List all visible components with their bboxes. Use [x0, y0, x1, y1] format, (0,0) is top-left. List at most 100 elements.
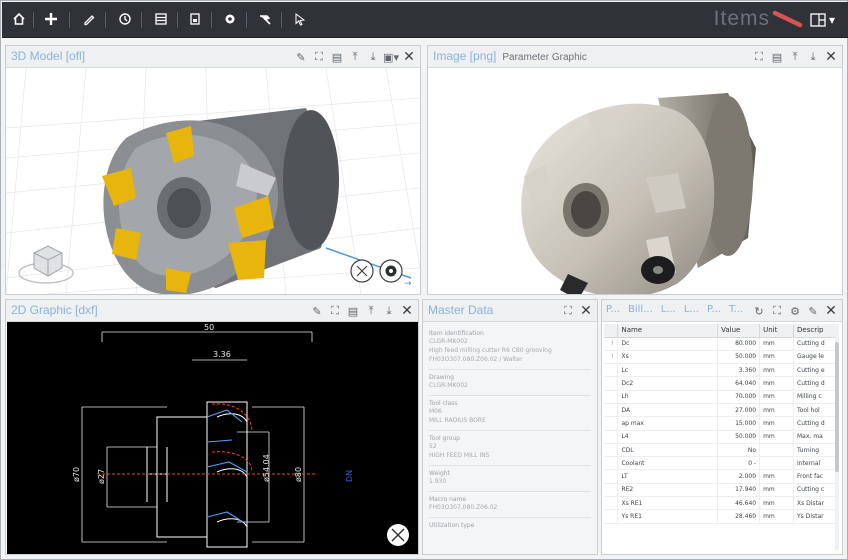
row-flag-icon — [604, 403, 619, 418]
column-header-name[interactable]: Name — [617, 324, 719, 338]
table-row[interactable]: Dc2 64.040 mm Cutting d — [604, 376, 836, 391]
scrollbar-thumb[interactable] — [835, 342, 839, 472]
pointer-icon[interactable] — [289, 8, 311, 30]
field-value[interactable]: CLGR-MK002 — [429, 381, 591, 390]
download-icon[interactable]: ⤓ — [382, 304, 396, 318]
3d-viewport[interactable]: → — [6, 67, 420, 294]
table-row[interactable]: ! Dc 80.000 mm Cutting d — [604, 337, 836, 351]
home-icon[interactable] — [8, 8, 30, 30]
param-description: Turning — [793, 443, 836, 458]
tab-bill[interactable]: Bill... — [628, 304, 653, 315]
table-row[interactable]: RE2 17.940 mm Cutting c — [604, 483, 836, 498]
tab-p[interactable]: P... — [707, 304, 721, 315]
table-row[interactable]: L4 50.000 mm Max. ma — [604, 430, 836, 444]
close-icon[interactable]: ✕ — [824, 303, 838, 319]
save-icon[interactable] — [184, 8, 206, 30]
database-icon[interactable]: ▤ — [330, 50, 344, 64]
tab-l1[interactable]: L... — [661, 304, 676, 315]
table-scrollbar[interactable] — [835, 324, 839, 550]
edit-icon[interactable] — [78, 8, 100, 30]
table-row[interactable]: Xs RE1 46.640 mm Xs Distar — [604, 496, 836, 511]
view-cube-icon[interactable] — [18, 245, 74, 284]
param-value: 80.000 — [717, 337, 761, 351]
param-description: Milling c — [793, 390, 836, 404]
hammer-icon[interactable] — [254, 8, 276, 30]
close-icon[interactable]: ✕ — [579, 303, 593, 319]
param-value: 50.000 — [717, 350, 761, 365]
add-icon[interactable] — [40, 8, 62, 30]
table-row[interactable]: CDL No Turning — [604, 443, 836, 458]
panel-3d-model: 3D Model [ofl] ✎ ⛶ ▤ ⤒ ⤓ ▣▾ ✕ → — [5, 45, 421, 295]
2d-drawing-viewport[interactable]: 50 3.36 ø70 ø27 ø54.04 ø80 DN — [7, 322, 418, 554]
field-value[interactable]: FH03O307.080.Z06.02 — [429, 503, 591, 512]
column-header-value[interactable]: Value — [717, 324, 761, 338]
field-value[interactable]: 52 — [429, 442, 591, 451]
settings-icon[interactable] — [379, 259, 403, 283]
fit-view-button[interactable] — [387, 524, 409, 546]
field-value[interactable]: HIGH FEED MILL INS — [429, 451, 591, 460]
param-unit: mm — [759, 496, 794, 511]
field-value[interactable]: 1.930 — [429, 477, 591, 486]
close-icon[interactable]: ✕ — [402, 49, 416, 65]
save-menu-icon[interactable]: ▣▾ — [383, 50, 399, 64]
column-header-description[interactable]: Descrip — [793, 324, 836, 338]
row-flag-icon — [604, 376, 619, 391]
table-row[interactable]: Lc 3.360 mm Cutting e — [604, 363, 836, 378]
param-name: DA — [617, 403, 719, 418]
tab-l2[interactable]: L... — [684, 304, 699, 315]
upload-icon[interactable]: ⤒ — [364, 304, 378, 318]
field-value[interactable]: MILL RADIUS BORE — [429, 416, 591, 425]
settings-icon[interactable] — [219, 8, 241, 30]
tab-parameters[interactable]: P... — [606, 304, 620, 315]
table-row[interactable]: ap max 15.000 mm Cutting d — [604, 416, 836, 431]
param-description: Internal — [793, 456, 836, 471]
row-flag-icon: ! — [604, 350, 619, 365]
table-row[interactable]: Lh 70.000 mm Milling c — [604, 390, 836, 404]
expand-icon[interactable]: ⛶ — [561, 304, 575, 318]
upload-icon[interactable]: ⤒ — [348, 50, 362, 64]
field-label: Tool group — [429, 435, 460, 442]
param-value: 27.000 — [717, 403, 761, 418]
panel-image-subtitle: Parameter Graphic — [502, 52, 587, 63]
expand-icon[interactable]: ⛶ — [770, 304, 784, 318]
close-icon[interactable]: ✕ — [400, 303, 414, 319]
edit-icon[interactable]: ✎ — [294, 50, 308, 64]
upload-icon[interactable]: ⤒ — [788, 50, 802, 64]
panel-2d-header: 2D Graphic [dxf] ✎ ⛶ ▤ ⤒ ⤓ ✕ — [6, 300, 418, 322]
panel-image-title: Image [png] — [433, 49, 497, 63]
tab-t[interactable]: T... — [729, 304, 743, 315]
column-header-unit[interactable]: Unit — [759, 324, 794, 338]
expand-icon[interactable]: ⛶ — [328, 304, 342, 318]
table-row[interactable]: ! Xs 50.000 mm Gauge le — [604, 350, 836, 365]
param-description: Cutting d — [793, 416, 836, 431]
layout-toggle-button[interactable]: ▾ — [810, 10, 840, 30]
field-value[interactable]: CLGR-MK002 — [429, 337, 591, 346]
history-icon[interactable] — [114, 8, 136, 30]
panel-master-data: Master Data ⛶ ✕ Item identification CLGR… — [422, 299, 598, 555]
table-row[interactable]: DA 27.000 mm Tool hol — [604, 403, 836, 418]
param-unit: mm — [759, 363, 794, 378]
field-value[interactable]: FH03O307.080.Z06.02 / Walter — [429, 355, 591, 364]
field-value[interactable]: High feed milling cutter R6 C80 grooving — [429, 346, 591, 355]
table-row[interactable]: LT 2.000 mm Front fac — [604, 469, 836, 484]
settings-icon[interactable]: ⚙ — [788, 304, 802, 318]
download-icon[interactable]: ⤓ — [806, 50, 820, 64]
edit-icon[interactable]: ✎ — [310, 304, 324, 318]
refresh-icon[interactable]: ↻ — [752, 304, 766, 318]
database-icon[interactable]: ▤ — [770, 50, 784, 64]
param-value: 50.000 — [717, 430, 761, 444]
database-icon[interactable] — [150, 8, 172, 30]
edit-icon[interactable]: ✎ — [806, 304, 820, 318]
param-value: 15.000 — [717, 416, 761, 431]
database-icon[interactable]: ▤ — [346, 304, 360, 318]
panel-params-header: P... Bill... L... L... P... T... ↻ ⛶ ⚙ ✎… — [602, 300, 842, 322]
table-row[interactable]: Coolant 0 - Internal — [604, 456, 836, 471]
fit-view-button[interactable] — [350, 259, 374, 283]
table-row[interactable]: Ys RE1 28.460 mm Ys Distar — [604, 509, 836, 524]
field-value[interactable]: M06 — [429, 407, 591, 416]
expand-icon[interactable]: ⛶ — [752, 50, 766, 64]
close-icon[interactable]: ✕ — [824, 49, 838, 65]
param-description: Tool hol — [793, 403, 836, 418]
expand-icon[interactable]: ⛶ — [312, 50, 326, 64]
download-icon[interactable]: ⤓ — [366, 50, 380, 64]
